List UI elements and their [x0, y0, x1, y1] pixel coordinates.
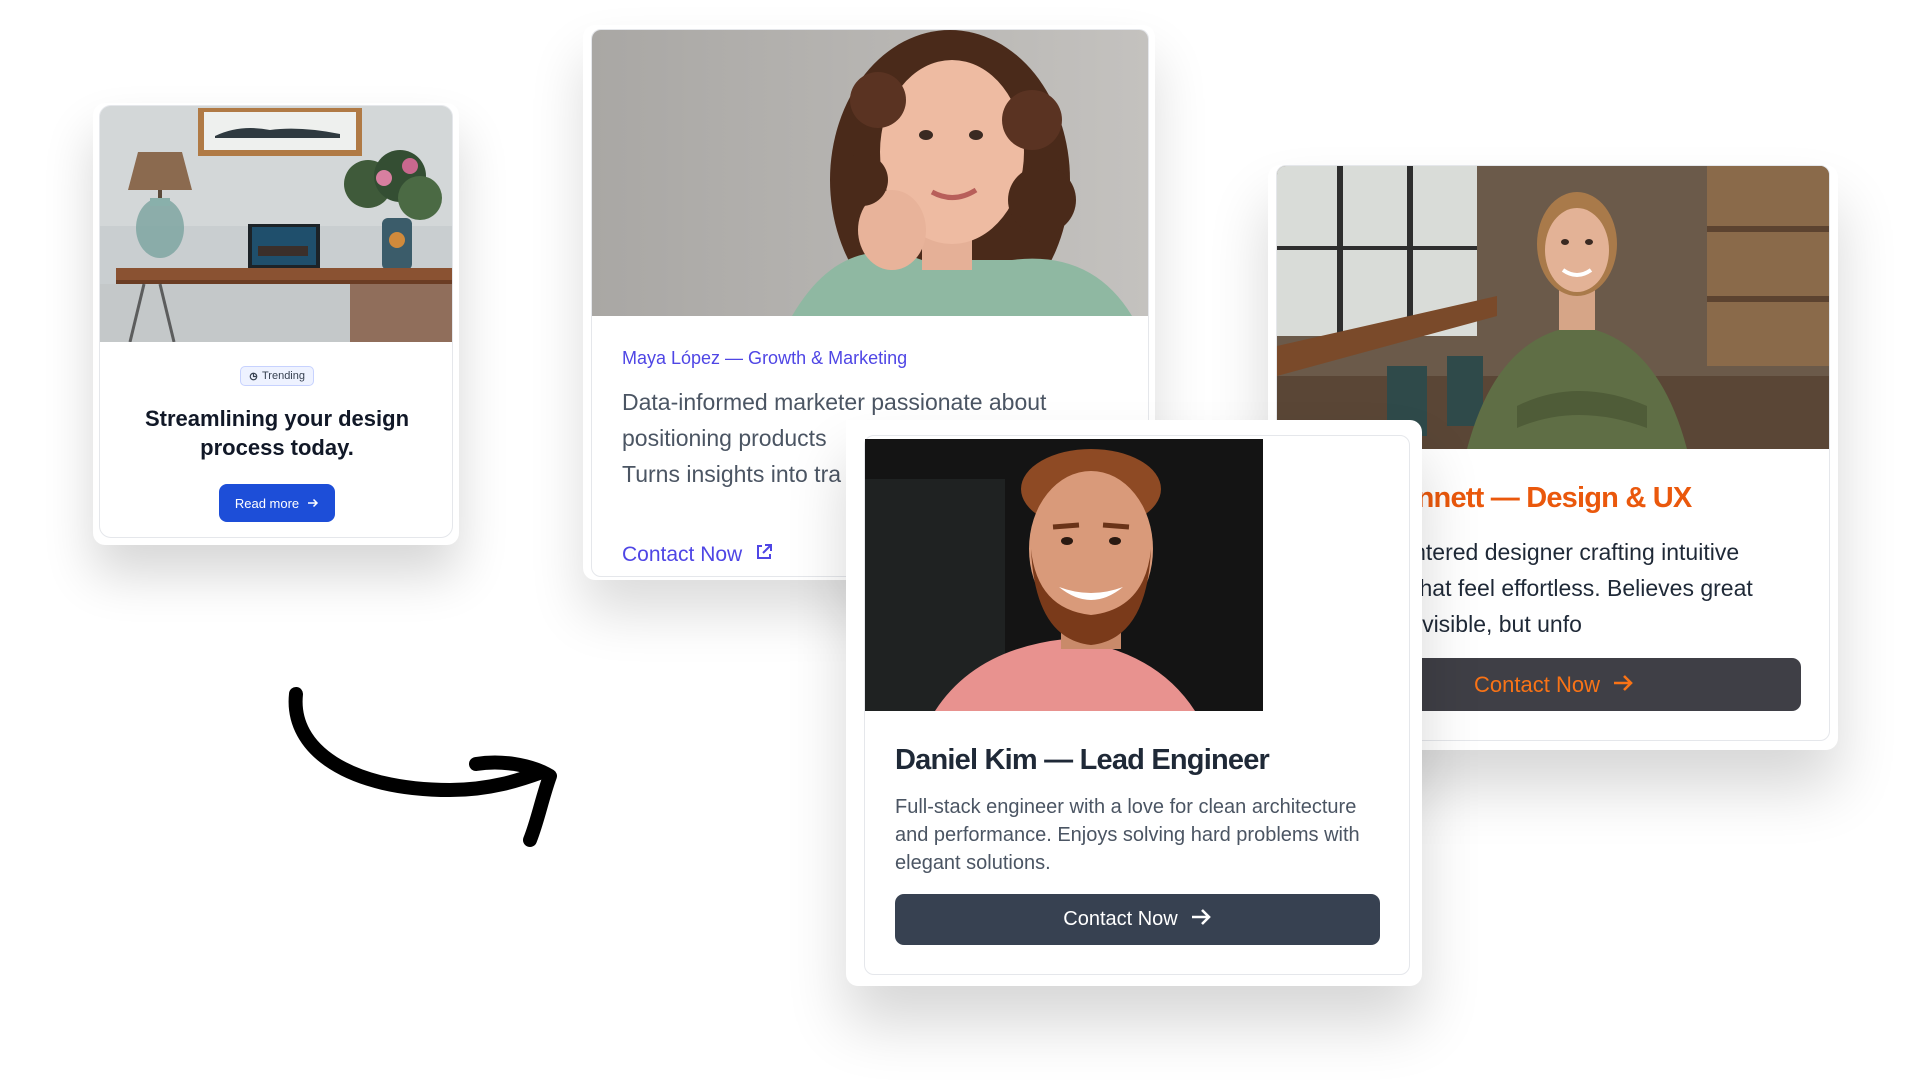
daniel-contact-label: Contact Now	[1063, 908, 1178, 930]
maya-contact-link[interactable]: Contact Now	[622, 542, 774, 568]
arrow-right-icon	[1190, 908, 1212, 932]
badge-label: Trending	[261, 370, 305, 382]
daniel-photo	[865, 439, 1263, 711]
external-link-icon	[754, 542, 774, 568]
trending-icon	[249, 372, 258, 381]
maya-photo	[592, 30, 1148, 316]
blog-card: Trending Streamlining your design proces…	[99, 105, 453, 538]
daniel-profile-card: Daniel Kim — Lead Engineer Full-stack en…	[864, 435, 1410, 975]
curved-arrow-icon	[288, 687, 557, 847]
maya-contact-label: Contact Now	[622, 543, 743, 566]
daniel-contact-button[interactable]: Contact Now	[895, 894, 1380, 945]
read-more-button[interactable]: Read more	[218, 484, 336, 522]
arrow-right-icon	[307, 496, 319, 511]
read-more-label: Read more	[234, 495, 300, 511]
daniel-description: Full-stack engineer with a love for clea…	[895, 796, 1360, 874]
workspace-photo	[100, 106, 452, 342]
sofia-photo	[1277, 166, 1829, 449]
arrow-right-icon	[1612, 672, 1634, 698]
blog-headline: Streamlining your design process today.	[144, 406, 410, 460]
sofia-contact-label: Contact Now	[1474, 671, 1600, 697]
maya-role: Maya López — Growth & Marketing	[622, 348, 908, 368]
canvas: Trending Streamlining your design proces…	[0, 0, 1920, 1080]
daniel-name: Daniel Kim — Lead Engineer	[895, 744, 1270, 776]
trending-badge: Trending	[239, 366, 314, 386]
